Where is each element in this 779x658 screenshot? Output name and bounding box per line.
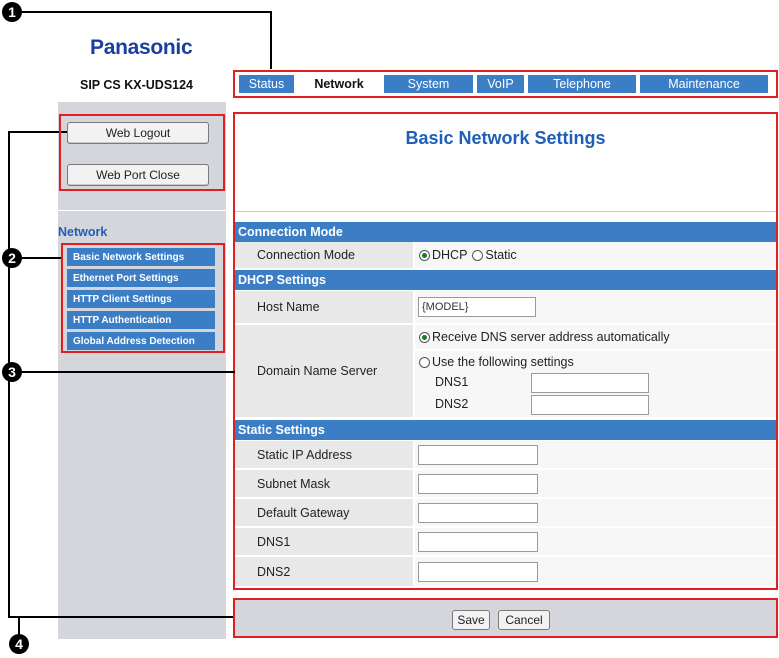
sidebar-item-ethernet-port-settings[interactable]: Ethernet Port Settings bbox=[67, 269, 215, 287]
sidebar-item-http-client-settings[interactable]: HTTP Client Settings bbox=[67, 290, 215, 308]
callout-marker: 1 bbox=[2, 2, 22, 22]
page-title: Basic Network Settings bbox=[405, 128, 606, 148]
dns-manual-cell: Use the following settings DNS1 DNS2 bbox=[415, 351, 776, 417]
action-bar: Save Cancel bbox=[233, 598, 778, 638]
sidebar-item-global-address-detection[interactable]: Global Address Detection bbox=[67, 332, 215, 350]
dns-auto-radio[interactable] bbox=[419, 331, 430, 343]
section-connection-mode: Connection Mode bbox=[235, 222, 776, 242]
web-port-close-button[interactable]: Web Port Close bbox=[67, 164, 209, 186]
title-divider bbox=[235, 211, 776, 212]
default-gateway-cell bbox=[415, 499, 776, 526]
tab-voip[interactable]: VoIP bbox=[477, 75, 524, 93]
dhcp-label: DHCP bbox=[432, 248, 468, 262]
connection-mode-options: DHCP Static bbox=[419, 248, 517, 262]
static-dns2-label: DNS2 bbox=[235, 557, 413, 586]
tab-telephone[interactable]: Telephone bbox=[528, 75, 636, 93]
tab-status[interactable]: Status bbox=[239, 75, 294, 93]
subnet-mask-cell bbox=[415, 470, 776, 497]
sidebar-item-basic-network-settings[interactable]: Basic Network Settings bbox=[67, 248, 215, 266]
connection-mode-value: DHCP Static bbox=[415, 242, 776, 268]
dns-auto-label: Receive DNS server address automatically bbox=[432, 330, 670, 344]
dhcp-radio[interactable] bbox=[419, 249, 430, 261]
section-static-settings: Static Settings bbox=[235, 420, 776, 440]
static-radio[interactable] bbox=[472, 249, 484, 261]
cancel-button[interactable]: Cancel bbox=[498, 610, 550, 630]
nav-menu-box: Basic Network Settings Ethernet Port Set… bbox=[61, 243, 225, 353]
static-ip-input[interactable] bbox=[418, 445, 538, 465]
save-button[interactable]: Save bbox=[452, 610, 490, 630]
tab-network[interactable]: Network bbox=[298, 75, 380, 93]
host-name-cell: {MODEL} bbox=[415, 291, 776, 323]
static-dns1-cell bbox=[415, 528, 776, 555]
dns-auto-option: Receive DNS server address automatically bbox=[419, 330, 670, 344]
callout-marker: 4 bbox=[9, 634, 29, 654]
dhcp-dns1-input[interactable] bbox=[531, 373, 649, 393]
callout-line bbox=[22, 371, 235, 373]
default-gateway-label: Default Gateway bbox=[235, 499, 413, 526]
dns-auto-cell: Receive DNS server address automatically bbox=[415, 325, 776, 349]
subnet-mask-input[interactable] bbox=[418, 474, 538, 494]
tab-system[interactable]: System bbox=[384, 75, 473, 93]
callout-line bbox=[22, 11, 271, 13]
sidebar-divider bbox=[58, 210, 226, 211]
connection-mode-label: Connection Mode bbox=[235, 242, 413, 268]
callout-line bbox=[270, 11, 272, 69]
model-name: SIP CS KX-UDS124 bbox=[80, 78, 194, 92]
dns-manual-option: Use the following settings bbox=[419, 355, 574, 369]
default-gateway-input[interactable] bbox=[418, 503, 538, 523]
static-label: Static bbox=[485, 248, 517, 262]
static-ip-cell bbox=[415, 441, 776, 468]
brand-logo: Panasonic bbox=[90, 36, 193, 59]
static-dns1-label: DNS1 bbox=[235, 528, 413, 555]
callout-line bbox=[22, 257, 62, 259]
host-name-label: Host Name bbox=[235, 291, 413, 323]
session-buttons-box: Web Logout Web Port Close bbox=[59, 114, 225, 191]
callout-marker: 3 bbox=[2, 362, 22, 382]
section-dhcp-settings: DHCP Settings bbox=[235, 270, 776, 290]
dhcp-dns2-input[interactable] bbox=[531, 395, 649, 415]
dns1-label: DNS1 bbox=[435, 375, 469, 389]
static-dns2-cell bbox=[415, 557, 776, 586]
static-ip-label: Static IP Address bbox=[235, 441, 413, 468]
callout-line bbox=[18, 616, 20, 634]
host-name-input[interactable]: {MODEL} bbox=[418, 297, 536, 317]
static-dns2-input[interactable] bbox=[418, 562, 538, 582]
settings-panel: Basic Network Settings Connection Mode C… bbox=[233, 112, 778, 590]
static-dns1-input[interactable] bbox=[418, 532, 538, 552]
callout-line bbox=[8, 616, 234, 618]
web-logout-button[interactable]: Web Logout bbox=[67, 122, 209, 144]
tab-bar: Status Network System VoIP Telephone Mai… bbox=[233, 70, 778, 98]
callout-marker: 2 bbox=[2, 248, 22, 268]
domain-name-server-label: Domain Name Server bbox=[235, 325, 413, 417]
subnet-mask-label: Subnet Mask bbox=[235, 470, 413, 497]
nav-section-heading: Network bbox=[58, 225, 108, 239]
dns-manual-radio[interactable] bbox=[419, 356, 430, 368]
sidebar-item-http-authentication[interactable]: HTTP Authentication bbox=[67, 311, 215, 329]
tab-maintenance[interactable]: Maintenance bbox=[640, 75, 768, 93]
dns-manual-label: Use the following settings bbox=[432, 355, 574, 369]
dns2-label: DNS2 bbox=[435, 397, 469, 411]
